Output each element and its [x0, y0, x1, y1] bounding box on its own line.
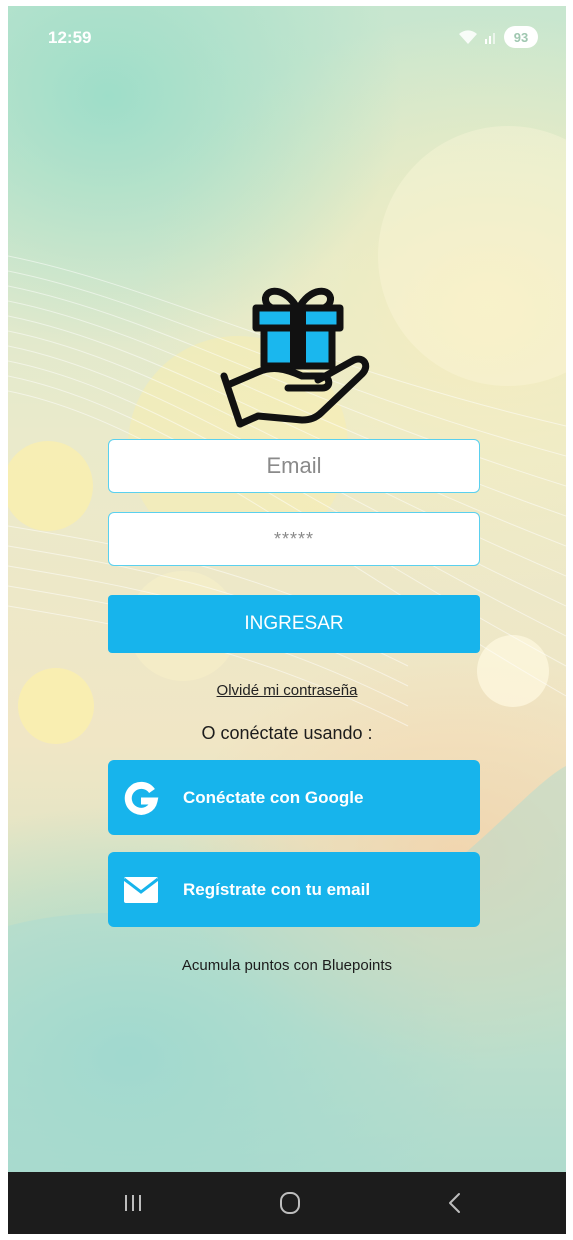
login-button[interactable]: INGRESAR: [108, 595, 480, 653]
email-placeholder: Email: [266, 453, 322, 478]
email-register-label: Regístrate con tu email: [183, 879, 371, 899]
password-field[interactable]: *****: [108, 512, 480, 566]
google-g-icon: [124, 781, 159, 815]
forgot-password-link[interactable]: Olvidé mi contraseña: [8, 682, 566, 699]
recents-icon[interactable]: [120, 1190, 146, 1216]
battery-icon: 93: [504, 26, 538, 48]
password-placeholder: *****: [273, 528, 315, 549]
signal-icon: [485, 33, 495, 44]
email-field[interactable]: Email: [108, 439, 480, 493]
google-signin-button[interactable]: Conéctate con Google: [108, 760, 480, 835]
login-button-label: INGRESAR: [244, 613, 344, 634]
gift-in-hand-icon: [220, 287, 370, 428]
login-screen: 12:59 93 Email ***** INGRESAR Olvidé mi …: [8, 6, 566, 1234]
google-signin-label: Conéctate con Google: [183, 787, 364, 807]
navigation-bar: [8, 1172, 566, 1234]
status-time: 12:59: [48, 28, 92, 47]
status-icons: 93: [458, 26, 538, 48]
status-bar: 12:59 93: [8, 6, 566, 66]
back-icon[interactable]: [442, 1190, 468, 1216]
home-icon[interactable]: [277, 1190, 303, 1216]
email-register-button[interactable]: Regístrate con tu email: [108, 852, 480, 927]
footer-tagline: Acumula puntos con Bluepoints: [181, 957, 393, 974]
connect-using-label: O conéctate usando :: [201, 723, 373, 743]
wifi-icon: [459, 30, 477, 44]
envelope-icon: [123, 877, 159, 903]
